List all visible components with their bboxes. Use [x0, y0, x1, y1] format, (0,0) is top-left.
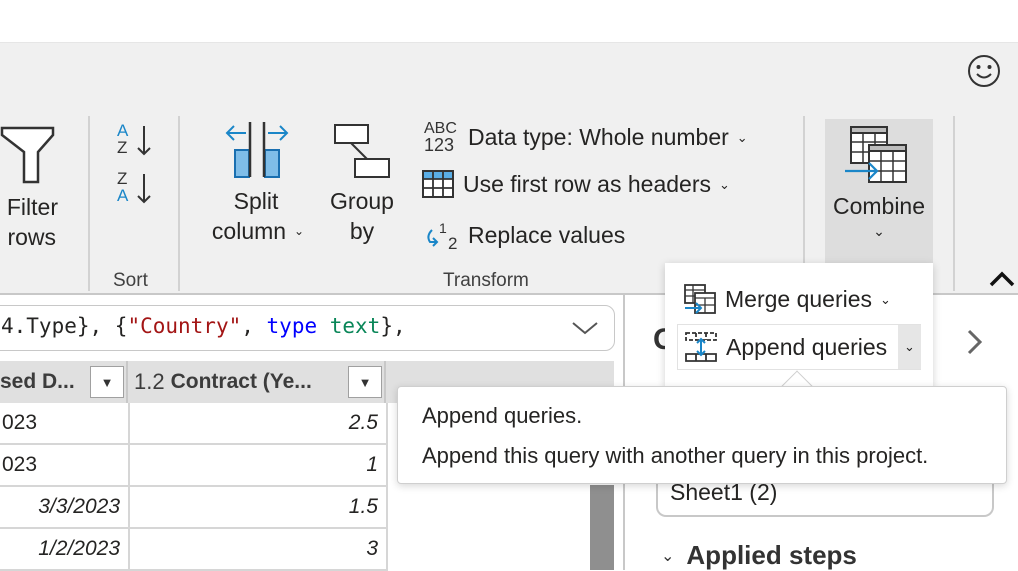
- svg-text:1: 1: [439, 220, 447, 236]
- merge-queries-label: Merge queries: [725, 285, 873, 312]
- chevron-up-icon[interactable]: [988, 270, 1016, 288]
- formula-token: type: [266, 314, 318, 338]
- group-by-icon: [334, 124, 390, 178]
- formula-token: },: [380, 314, 406, 338]
- data-type-button[interactable]: ABC 123 Data type: Whole number ⌄: [424, 120, 748, 154]
- chevron-down-icon: ⌄: [736, 130, 748, 145]
- formula-bar[interactable]: 4.Type}, {"Country", type text},: [0, 305, 615, 351]
- chevron-down-icon: ⌄: [873, 223, 885, 239]
- sort-z-a-icon[interactable]: Z A: [114, 168, 154, 206]
- chevron-down-icon: ⌄: [661, 547, 675, 565]
- chevron-down-icon[interactable]: [570, 318, 600, 338]
- table-cell[interactable]: 1: [130, 445, 388, 487]
- filter-rows-button[interactable]: Filter rows: [0, 114, 86, 274]
- svg-text:Z: Z: [117, 138, 127, 157]
- column-filter-button[interactable]: ▼: [90, 366, 124, 398]
- merge-queries-icon: [684, 284, 716, 314]
- column-filter-button[interactable]: ▼: [348, 366, 382, 398]
- chevron-down-icon: ⌄: [718, 177, 730, 192]
- formula-token: "Country": [127, 314, 242, 338]
- column-header-label: Contract (Ye...: [170, 370, 312, 393]
- column-header-label: sed D...: [0, 370, 75, 393]
- formula-text: 4.Type}, {"Country", type text},: [1, 314, 406, 338]
- append-queries-tooltip: Append queries. Append this query with a…: [397, 386, 1007, 484]
- smiley-face-icon[interactable]: [966, 53, 1002, 89]
- table-cell[interactable]: 1/2/2023: [0, 529, 130, 571]
- use-first-row-button[interactable]: Use first row as headers ⌄: [422, 170, 730, 198]
- applied-steps-label: Applied steps: [686, 540, 857, 570]
- formula-token: 4.Type}, {: [1, 314, 128, 338]
- filter-rows-label-2: rows: [7, 224, 56, 250]
- group-separator: [953, 116, 955, 291]
- data-type-icon: ABC 123: [424, 120, 460, 154]
- transform-group-label: Transform: [443, 270, 529, 291]
- table-cell[interactable]: 1.5: [130, 487, 388, 529]
- table-cell[interactable]: 023: [0, 403, 130, 445]
- app-header: [0, 42, 1018, 114]
- vertical-scrollbar-thumb[interactable]: [590, 485, 614, 570]
- append-queries-icon: [685, 332, 717, 362]
- append-queries-dropdown-button[interactable]: ⌄: [898, 325, 921, 369]
- group-by-button[interactable]: Group by: [320, 114, 404, 274]
- combine-label: Combine: [832, 193, 926, 219]
- chevron-right-icon[interactable]: [965, 327, 985, 357]
- split-column-icon: [225, 122, 289, 178]
- split-column-label-1: Split: [233, 188, 279, 214]
- group-separator: [88, 116, 90, 291]
- chevron-down-icon: ⌄: [904, 339, 915, 354]
- split-column-button[interactable]: Split column ⌄: [198, 114, 310, 274]
- window-top-area: [0, 0, 1018, 42]
- table-cell[interactable]: 2.5: [130, 403, 388, 445]
- use-first-row-label: Use first row as headers: [463, 170, 711, 197]
- table-cell[interactable]: 3: [130, 529, 388, 571]
- applied-steps-header[interactable]: ⌄ Applied steps: [661, 540, 857, 571]
- group-separator: [178, 116, 180, 291]
- decimal-type-icon: 1.2: [134, 369, 165, 394]
- replace-values-button[interactable]: 1 2 Replace values: [424, 218, 625, 252]
- formula-token: ,: [241, 314, 267, 338]
- tooltip-description: Append this query with another query in …: [422, 443, 929, 468]
- replace-values-icon: 1 2: [427, 220, 457, 252]
- append-queries-label: Append queries: [726, 333, 888, 360]
- chevron-down-icon: ⌄: [880, 292, 891, 307]
- data-type-label: Data type: Whole number: [468, 123, 729, 150]
- svg-text:2: 2: [448, 234, 457, 252]
- formula-token: text: [317, 314, 381, 338]
- table-cell[interactable]: 3/3/2023: [0, 487, 130, 529]
- chevron-down-icon: ⌄: [294, 224, 305, 238]
- combine-button[interactable]: Combine ⌄: [825, 119, 933, 269]
- table-headers-icon: [422, 170, 454, 198]
- filter-rows-label-1: Filter: [6, 194, 58, 220]
- append-queries-item[interactable]: Append queries ⌄: [677, 324, 921, 370]
- caret-down-icon: ▼: [100, 374, 114, 390]
- replace-values-label: Replace values: [468, 221, 626, 248]
- merge-queries-item[interactable]: Merge queries ⌄: [683, 283, 891, 315]
- data-type-icon-bottom: 123: [424, 135, 455, 155]
- caret-down-icon: ▼: [358, 374, 372, 390]
- combine-tables-icon: [845, 126, 907, 183]
- split-column-label-2: column: [211, 218, 287, 244]
- sort-group-label: Sort: [113, 270, 148, 291]
- group-by-label-1: Group: [330, 188, 394, 214]
- sort-a-z-icon[interactable]: A Z: [114, 120, 154, 158]
- table-cell[interactable]: 023: [0, 445, 130, 487]
- svg-text:A: A: [117, 186, 129, 205]
- tooltip-title: Append queries.: [422, 403, 583, 428]
- combine-dropdown-menu: Merge queries ⌄ Append queries ⌄: [665, 263, 933, 388]
- group-by-label-2: by: [349, 218, 375, 244]
- funnel-icon: [0, 126, 55, 184]
